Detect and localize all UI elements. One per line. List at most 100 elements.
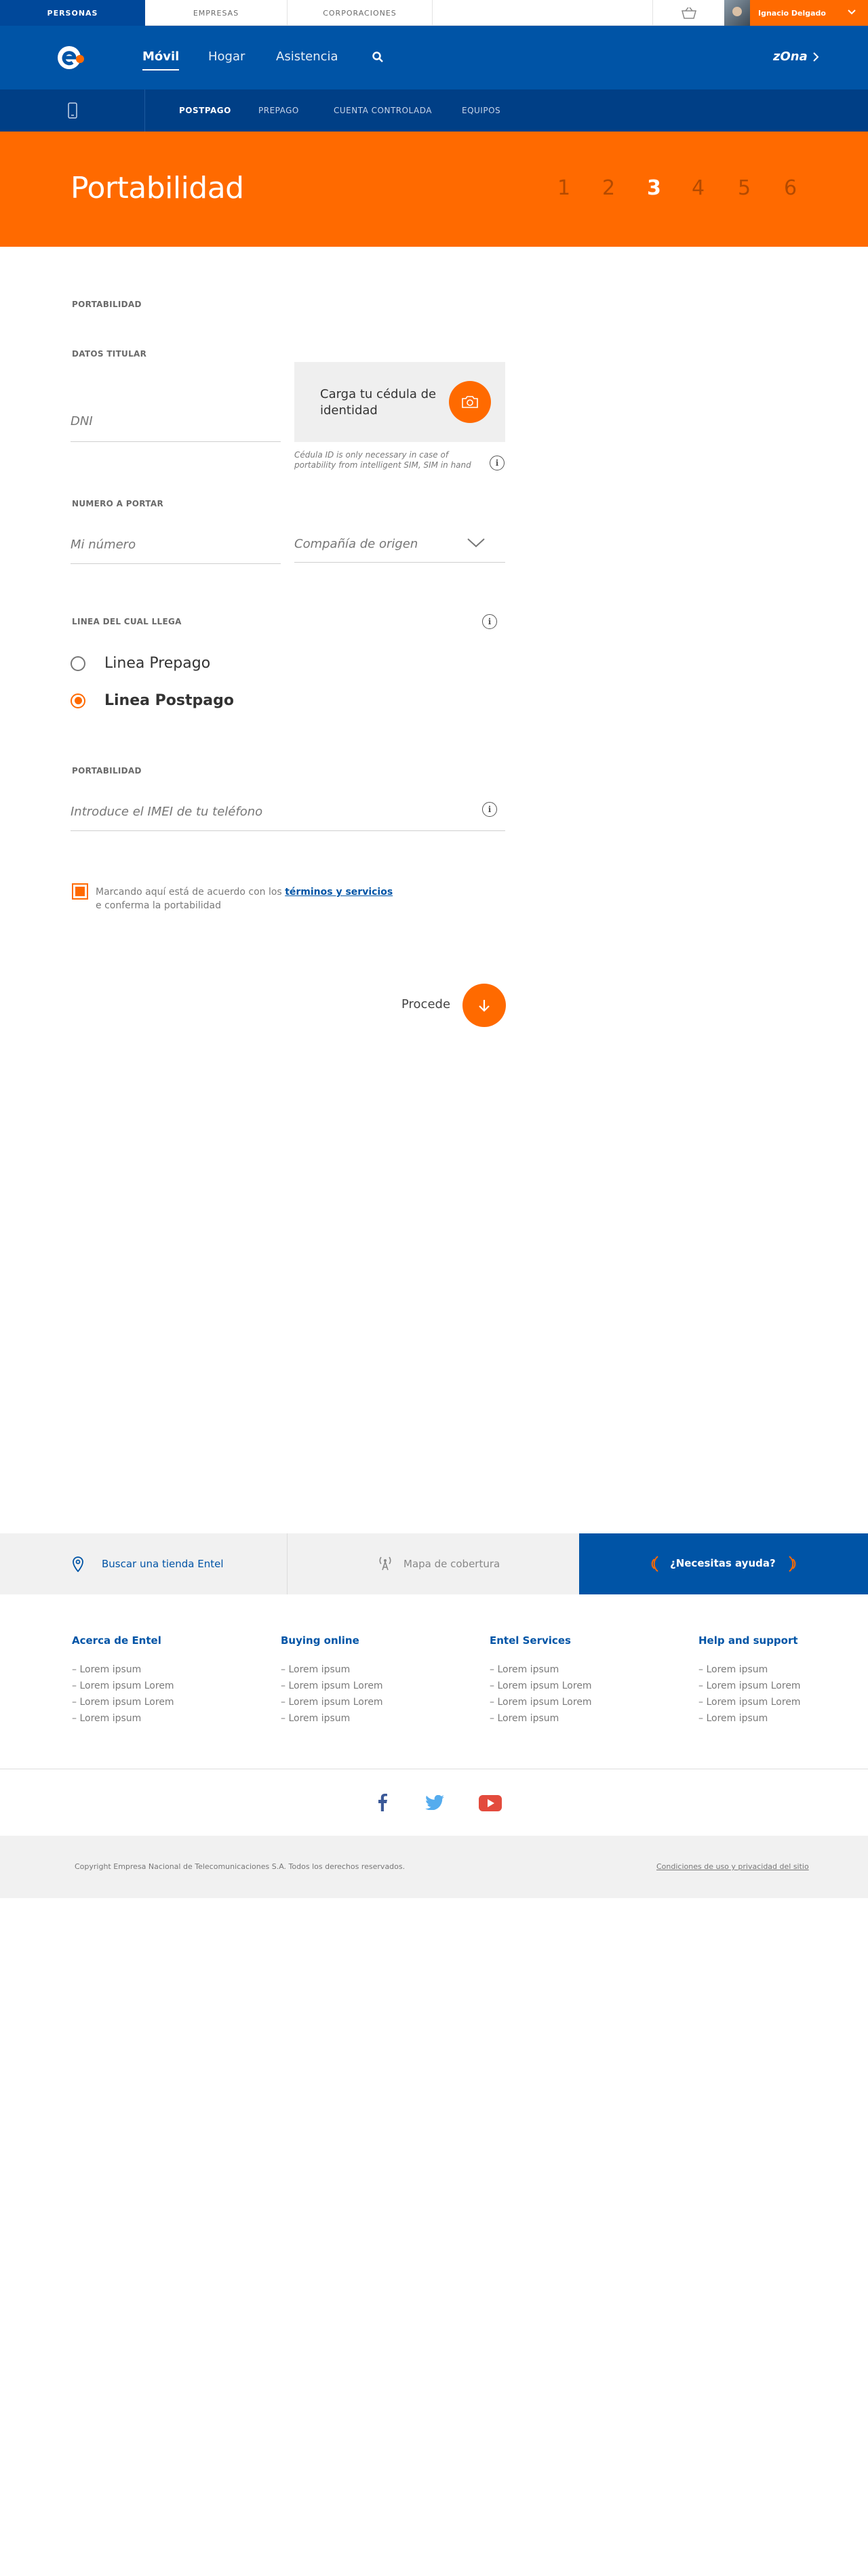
terms-suffix: e conferma la portabilidad	[96, 900, 222, 911]
imei-field	[71, 793, 505, 831]
terms-link[interactable]: términos y servicios	[285, 887, 393, 898]
numero-input[interactable]	[71, 526, 281, 563]
avatar	[724, 0, 750, 26]
step-2: 2	[602, 176, 616, 200]
segment-empresas[interactable]: EMPRESAS	[145, 0, 288, 26]
footer-action-bar: Buscar una tienda Entel Mapa de cobertur…	[0, 1533, 868, 1594]
nav-asistencia[interactable]: Asistencia	[276, 49, 338, 64]
arrow-down-icon	[479, 1000, 490, 1012]
legal-link[interactable]: Condiciones de uso y privacidad del siti…	[656, 1862, 809, 1871]
step-6: 6	[784, 176, 797, 200]
radio-dot[interactable]	[71, 656, 85, 671]
footer-link[interactable]: Lorem ipsum Lorem	[490, 1697, 591, 1708]
numero-label: NUMERO A PORTAR	[72, 499, 163, 508]
page-title: Portabilidad	[71, 171, 244, 205]
chevron-down-icon	[467, 538, 485, 548]
signal-left-icon	[651, 1556, 658, 1572]
footer-link[interactable]: Lorem ipsum Lorem	[698, 1681, 800, 1691]
terms-prefix: Marcando aquí está de acuerdo con los	[96, 887, 285, 898]
nav-hogar[interactable]: Hogar	[208, 49, 245, 64]
footer-link[interactable]: Lorem ipsum	[72, 1664, 174, 1675]
subnav-postpago[interactable]: POSTPAGO	[179, 106, 231, 115]
footer-link[interactable]: Lorem ipsum	[698, 1664, 801, 1675]
radio-prepago-label: Linea Prepago	[104, 655, 211, 672]
imei-input[interactable]	[71, 793, 505, 830]
footer-heading: Buying online	[281, 1634, 359, 1647]
coverage-map-label: Mapa de cobertura	[403, 1558, 500, 1570]
numero-field	[71, 526, 281, 564]
chevron-down-icon	[848, 9, 856, 15]
user-menu[interactable]: Ignacio Delgado	[724, 0, 868, 26]
facebook-icon[interactable]	[378, 1794, 387, 1811]
proceed-button[interactable]	[462, 984, 506, 1027]
section-title-portabilidad: PORTABILIDAD	[72, 300, 142, 309]
radio-postpago[interactable]: Linea Postpago	[71, 692, 234, 709]
footer-link[interactable]: Lorem ipsum Lorem	[72, 1697, 174, 1708]
help-label: ¿Necesitas ayuda?	[670, 1557, 776, 1569]
radio-postpago-label: Linea Postpago	[104, 692, 234, 709]
info-icon[interactable]: i	[482, 802, 497, 817]
hero-banner: Portabilidad 1 2 3 4 5 6	[0, 132, 868, 247]
footer-heading: Help and support	[698, 1634, 798, 1647]
signal-right-icon	[789, 1556, 796, 1572]
footer-column-services: Entel Services Lorem ipsum Lorem ipsum L…	[490, 1634, 592, 1729]
camera-button[interactable]	[449, 381, 491, 423]
segment-personas[interactable]: PERSONAS	[0, 0, 145, 26]
terms-checkbox[interactable]	[72, 883, 88, 900]
footer-link[interactable]: Lorem ipsum	[490, 1664, 592, 1675]
footer-link[interactable]: Lorem ipsum	[281, 1713, 383, 1724]
copyright-text: Copyright Empresa Nacional de Telecomuni…	[75, 1862, 406, 1871]
zona-link[interactable]: zOna	[773, 49, 808, 64]
device-selector[interactable]	[0, 89, 145, 132]
subnav-equipos[interactable]: EQUIPOS	[462, 106, 500, 115]
find-store-label: Buscar una tienda Entel	[102, 1558, 224, 1570]
subnav-cuenta-controlada[interactable]: CUENTA CONTROLADA	[334, 106, 432, 115]
location-pin-icon	[73, 1556, 83, 1572]
footer-column-help: Help and support Lorem ipsum Lorem ipsum…	[698, 1634, 801, 1729]
find-store-button[interactable]: Buscar una tienda Entel	[0, 1533, 288, 1594]
radio-dot[interactable]	[71, 693, 85, 708]
search-icon[interactable]	[372, 51, 384, 63]
footer-heading: Entel Services	[490, 1634, 571, 1647]
camera-icon	[462, 396, 478, 408]
footer-link[interactable]: Lorem ipsum Lorem	[72, 1681, 174, 1691]
radio-prepago[interactable]: Linea Prepago	[71, 655, 210, 672]
footer-link[interactable]: Lorem ipsum	[72, 1713, 174, 1724]
info-icon[interactable]: i	[490, 456, 505, 470]
entel-logo[interactable]	[56, 44, 85, 71]
step-5: 5	[738, 176, 751, 200]
terms-text: Marcando aquí está de acuerdo con los té…	[96, 885, 448, 912]
step-1: 1	[557, 176, 571, 200]
help-button[interactable]: ¿Necesitas ayuda?	[579, 1533, 868, 1594]
nav-movil[interactable]: Móvil	[142, 49, 180, 71]
footer-link[interactable]: Lorem ipsum Lorem	[281, 1697, 382, 1708]
footer-link[interactable]: Lorem ipsum Lorem	[281, 1681, 382, 1691]
upload-label: Carga tu cédula de identidad	[320, 387, 437, 418]
footer-column-buying: Buying online Lorem ipsum Lorem ipsum Lo…	[281, 1634, 383, 1729]
footer-column-acerca: Acerca de Entel Lorem ipsum Lorem ipsum …	[72, 1634, 174, 1729]
step-3-current: 3	[647, 176, 661, 200]
antenna-icon	[379, 1556, 391, 1571]
footer-link[interactable]: Lorem ipsum	[281, 1664, 383, 1675]
youtube-icon[interactable]	[479, 1795, 502, 1811]
chevron-right-icon[interactable]	[812, 52, 819, 62]
company-select-value: Compañía de origen	[294, 537, 418, 551]
subnav-prepago[interactable]: PREPAGO	[258, 106, 299, 115]
segment-bar: PERSONAS EMPRESAS CORPORACIONES Ignacio …	[0, 0, 868, 26]
id-upload-card[interactable]: Carga tu cédula de identidad	[294, 362, 505, 442]
dni-field	[71, 401, 281, 442]
cart-button[interactable]	[652, 0, 724, 26]
footer-link[interactable]: Lorem ipsum	[490, 1713, 592, 1724]
upload-note: Cédula ID is only necessary in case of p…	[294, 450, 471, 470]
twitter-icon[interactable]	[425, 1795, 444, 1810]
info-icon[interactable]: i	[482, 614, 497, 629]
company-select[interactable]: Compañía de origen	[294, 527, 505, 563]
segment-corporaciones[interactable]: CORPORACIONES	[288, 0, 433, 26]
footer-link[interactable]: Lorem ipsum Lorem	[698, 1697, 800, 1708]
main-nav: Móvil Hogar Asistencia zOna	[0, 26, 868, 89]
coverage-map-button[interactable]: Mapa de cobertura	[288, 1533, 579, 1594]
footer-link[interactable]: Lorem ipsum Lorem	[490, 1681, 591, 1691]
dni-input[interactable]	[71, 401, 281, 441]
footer-link[interactable]: Lorem ipsum	[698, 1713, 801, 1724]
sub-nav: POSTPAGO PREPAGO CUENTA CONTROLADA EQUIP…	[0, 89, 868, 132]
